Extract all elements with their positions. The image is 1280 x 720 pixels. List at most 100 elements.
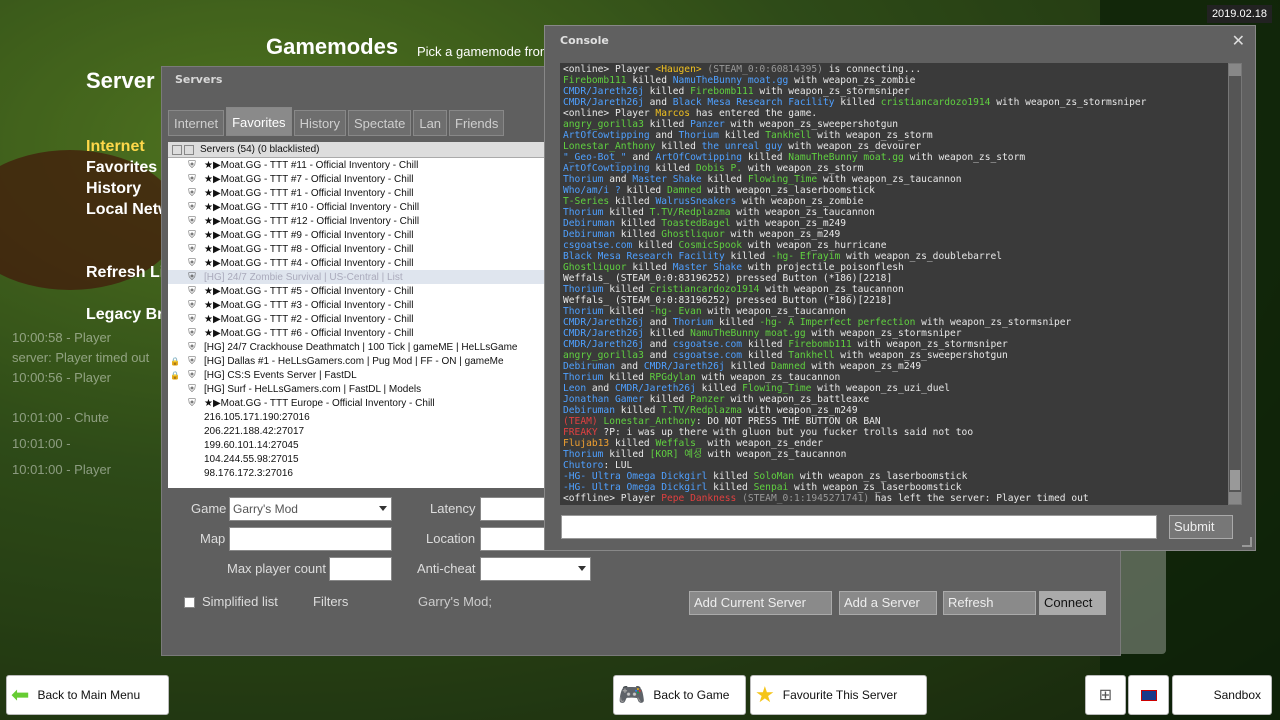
tab-history[interactable]: History [293, 110, 347, 136]
console-segment: (STEAM_0:0:60814395) [701, 64, 823, 75]
submit-button[interactable]: Submit [1169, 515, 1233, 539]
console-segment: with weapon_zs_laserboomstick [794, 471, 968, 482]
console-segment: Black Mesa Research Facility [672, 97, 835, 108]
latency-select[interactable] [480, 497, 552, 521]
resize-grip-icon[interactable] [1242, 537, 1252, 547]
console-segment: with weapon_zs_taucannon [817, 174, 962, 185]
add-server-button[interactable]: Add a Server [839, 591, 937, 615]
table-row[interactable]: ⛨ ★▶Moat.GG - TTT #11 - Official Inventor… [168, 158, 548, 172]
table-row[interactable]: ⛨ ★▶Moat.GG - TTT #10 - Official Inventor… [168, 200, 548, 214]
back-to-game-button[interactable]: 🎮 Back to Game [613, 675, 746, 715]
console-segment: Thorium [563, 306, 604, 317]
table-row[interactable]: ⛨ ★▶Moat.GG - TTT #6 - Official Inventory… [168, 326, 548, 340]
scroll-thumb[interactable] [1230, 470, 1240, 490]
gamepad-settings-button[interactable]: ⊞ [1085, 675, 1126, 715]
refresh-button[interactable]: Refresh [943, 591, 1036, 615]
console-segment: T-Series [563, 196, 610, 207]
table-row[interactable]: 206.221.188.42:27017 [168, 424, 548, 438]
console-segment: : DO NOT PRESS THE BUTTON OR BAN [695, 416, 881, 427]
add-current-server-button[interactable]: Add Current Server [689, 591, 832, 615]
server-name: ★▶Moat.GG - TTT #2 - Official Inventory … [204, 313, 414, 325]
back-to-main-menu-button[interactable]: ⬅ Back to Main Menu [6, 675, 169, 715]
chat-line: 10:00:56 - Player [12, 370, 112, 385]
console-segment: CMDR/Jareth26j [563, 86, 644, 97]
scroll-down-icon[interactable] [1229, 492, 1241, 504]
console-segment: with weapon_zs_m249 [805, 361, 922, 372]
map-input[interactable] [229, 527, 392, 551]
console-segment: and [586, 383, 615, 394]
gamemode-button[interactable]: Sandbox [1172, 675, 1272, 715]
console-segment: is connecting... [822, 64, 922, 75]
console-segment: Lonestar_Anthony [563, 141, 656, 152]
console-segment: with weapon_zs_uzi_duel [811, 383, 951, 394]
table-row[interactable]: ⛨ ★▶Moat.GG - TTT #2 - Official Inventory… [168, 312, 548, 326]
console-segment: WalrusSneakers [655, 196, 737, 207]
vac-shield-icon: ⛨ [188, 271, 196, 283]
tab-friends[interactable]: Friends [449, 110, 505, 136]
tab-lan[interactable]: Lan [413, 110, 448, 136]
table-row[interactable]: 104.244.55.98:27015 [168, 452, 548, 466]
favourite-server-button[interactable]: ★ Favourite This Server [750, 675, 927, 715]
table-row[interactable]: ⛨ ★▶Moat.GG - TTT #9 - Official Inventory… [168, 228, 548, 242]
console-segment: angry_gorilla3 [563, 119, 644, 130]
servers-count-header[interactable]: Servers (54) (0 blacklisted) [200, 144, 319, 155]
console-segment: Weffals_ [655, 438, 702, 449]
console-segment: with weapon_zs_doublebarrel [840, 251, 1002, 262]
shield-column-icon[interactable] [184, 144, 194, 155]
server-name: ★▶Moat.GG - TTT #11 - Official Inventory… [204, 159, 419, 171]
table-row[interactable]: ⛨ ★▶Moat.GG - TTT #7 - Official Inventory… [168, 172, 548, 186]
table-row[interactable]: ⛨ [HG] 24/7 Zombie Survival | US-Central … [168, 270, 548, 284]
tab-internet[interactable]: Internet [168, 110, 225, 136]
console-segment: with weapon_zs_m249 [730, 218, 847, 229]
server-list-header[interactable]: Servers (54) (0 blacklisted) [168, 142, 548, 158]
chat-line: 10:00:58 - Player [12, 330, 112, 345]
console-segment: and [626, 152, 656, 163]
anticheat-select[interactable] [480, 557, 591, 581]
filters-button[interactable]: Filters [313, 594, 348, 609]
console-segment: killed [695, 383, 743, 394]
scroll-up-icon[interactable] [1229, 64, 1241, 76]
lock-column-icon[interactable] [172, 144, 182, 155]
simplified-list-checkbox[interactable] [184, 597, 195, 608]
console-segment: with weapon_zs_m249 [742, 405, 858, 416]
console-segment: Damned [770, 361, 806, 372]
close-icon[interactable]: ✕ [1232, 31, 1245, 50]
table-row[interactable]: ⛨ ★▶Moat.GG - TTT Europe - Official Inven… [168, 396, 548, 410]
flag-uk-icon [1140, 689, 1157, 701]
table-row[interactable]: ⛨ ★▶Moat.GG - TTT #3 - Official Inventory… [168, 298, 548, 312]
console-input[interactable] [561, 515, 1157, 539]
game-select[interactable]: Garry's Mod [229, 497, 392, 521]
table-row[interactable]: ⛨ ★▶Moat.GG - TTT #5 - Official Inventory… [168, 284, 548, 298]
table-row[interactable]: 🔒 ⛨ [HG] CS:S Events Server | FastDL [168, 368, 548, 382]
tab-favorites[interactable]: Favorites [226, 107, 292, 136]
table-row[interactable]: 216.105.171.190:27016 [168, 410, 548, 424]
console-line: T-Series killed WalrusSneakers with weap… [563, 196, 1225, 207]
max-players-input[interactable] [329, 557, 392, 581]
location-select[interactable] [480, 527, 552, 551]
table-row[interactable]: 🔒 ⛨ [HG] Dallas #1 - HeLLsGamers.com | Pug… [168, 354, 548, 368]
console-line: Who/am/i ? killed Damned with weapon_zs_… [563, 185, 1225, 196]
table-row[interactable]: ⛨ ★▶Moat.GG - TTT #12 - Official Inventor… [168, 214, 548, 228]
table-row[interactable]: ⛨ ★▶Moat.GG - TTT #4 - Official Inventory… [168, 256, 548, 270]
console-segment: killed [742, 350, 789, 361]
console-segment: killed [724, 361, 771, 372]
table-row[interactable]: ⛨ ★▶Moat.GG - TTT #8 - Official Inventory… [168, 242, 548, 256]
table-row[interactable]: ⛨ [HG] 24/7 Crackhouse Deathmatch | 100 T… [168, 340, 548, 354]
console-segment: and [643, 317, 673, 328]
tab-spectate[interactable]: Spectate [348, 110, 412, 136]
table-row[interactable]: 98.176.172.3:27016 [168, 466, 548, 480]
vac-shield-icon: ⛨ [188, 397, 196, 409]
connect-button[interactable]: Connect [1039, 591, 1106, 615]
table-row[interactable]: ⛨ ★▶Moat.GG - TTT #1 - Official Inventory… [168, 186, 548, 200]
console-segment: with weapon_zs_m249 [724, 229, 841, 240]
console-segment: the unreal guy [701, 141, 783, 152]
console-segment: with weapon_zs_battleaxe [724, 394, 870, 405]
table-row[interactable]: ⛨ [HG] Surf - HeLLsGamers.com | FastDL | … [168, 382, 548, 396]
console-segment: Dobis P. [695, 163, 743, 174]
console-segment: killed [614, 229, 662, 240]
console-line: <online> Player Marcos has entered the g… [563, 108, 1225, 119]
language-button[interactable] [1128, 675, 1169, 715]
table-row[interactable]: 199.60.101.14:27045 [168, 438, 548, 452]
console-line: <offline> Player Pepe Dankness (STEAM_0:… [563, 493, 1225, 504]
console-scrollbar[interactable] [1228, 63, 1242, 505]
